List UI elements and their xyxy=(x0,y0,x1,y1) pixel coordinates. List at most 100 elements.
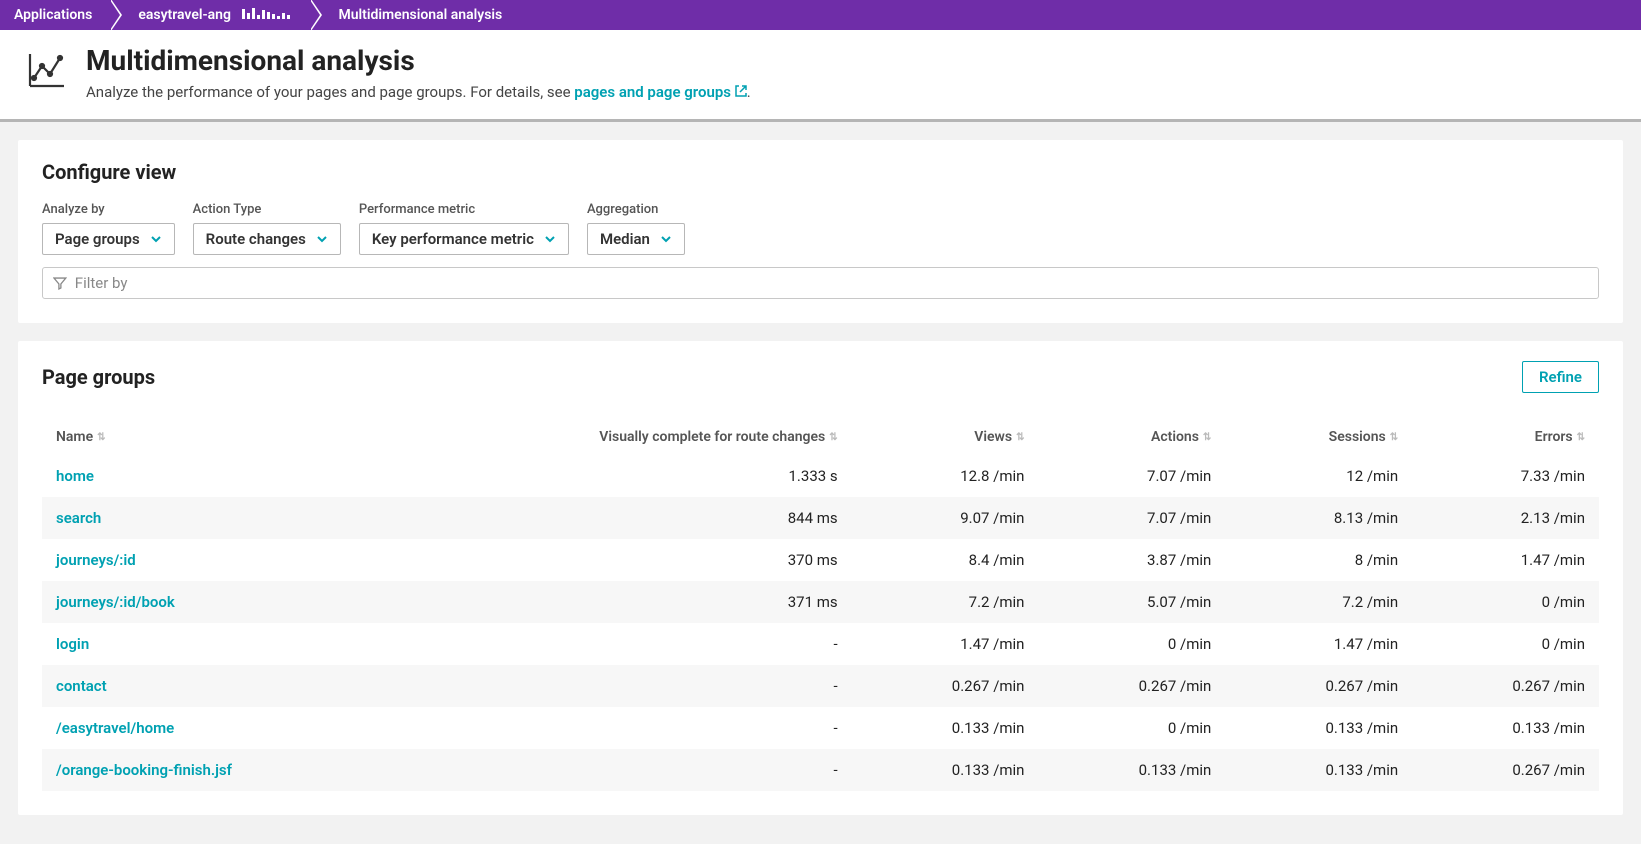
sort-icon: ⇅ xyxy=(829,432,837,443)
cell-vc: 1.333 s xyxy=(571,455,851,497)
cell-views: 7.2 /min xyxy=(852,581,1039,623)
cell-vc: 370 ms xyxy=(571,539,851,581)
cell-vc: - xyxy=(571,707,851,749)
subtitle-pre: Analyze the performance of your pages an… xyxy=(86,83,574,101)
perf-metric-dropdown[interactable]: Key performance metric xyxy=(359,223,569,255)
cell-actions: 0 /min xyxy=(1038,707,1225,749)
page-group-link[interactable]: journeys/:id/book xyxy=(56,593,175,611)
controls-row: Analyze by Page groups Action Type Route… xyxy=(42,202,1599,255)
cell-errors: 1.47 /min xyxy=(1412,539,1599,581)
docs-link[interactable]: pages and page groups xyxy=(574,83,746,101)
cell-name: /orange-booking-finish.jsf xyxy=(42,749,571,791)
analyze-by-group: Analyze by Page groups xyxy=(42,202,175,255)
analyze-by-label: Analyze by xyxy=(42,202,175,217)
page-group-link[interactable]: login xyxy=(56,635,89,653)
page-group-link[interactable]: /easytravel/home xyxy=(56,719,174,737)
col-vc[interactable]: Visually complete for route changes ⇅ xyxy=(571,419,851,455)
table-row: /orange-booking-finish.jsf-0.133 /min0.1… xyxy=(42,749,1599,791)
breadcrumb-root-label: Applications xyxy=(14,7,92,23)
results-table: Name⇅ Visually complete for route change… xyxy=(42,419,1599,791)
aggregation-dropdown[interactable]: Median xyxy=(587,223,685,255)
chevron-down-icon xyxy=(150,233,162,245)
filter-bar[interactable] xyxy=(42,267,1599,299)
perf-metric-group: Performance metric Key performance metri… xyxy=(359,202,569,255)
page-subtitle: Analyze the performance of your pages an… xyxy=(86,83,751,101)
col-sessions-label: Sessions xyxy=(1329,429,1386,445)
sort-icon: ⇅ xyxy=(1203,432,1211,443)
col-actions-label: Actions xyxy=(1151,429,1199,445)
aggregation-value: Median xyxy=(600,230,650,248)
cell-errors: 0 /min xyxy=(1412,623,1599,665)
cell-name: contact xyxy=(42,665,571,707)
col-errors-label: Errors xyxy=(1535,429,1573,445)
cell-actions: 0.133 /min xyxy=(1038,749,1225,791)
breadcrumb-current: Multidimensional analysis xyxy=(310,0,520,30)
filter-input[interactable] xyxy=(75,274,1588,292)
table-header-row: Name⇅ Visually complete for route change… xyxy=(42,419,1599,455)
cell-actions: 0.267 /min xyxy=(1038,665,1225,707)
cell-vc: - xyxy=(571,623,851,665)
col-actions[interactable]: Actions ⇅ xyxy=(1038,419,1225,455)
col-vc-label: Visually complete for route changes xyxy=(599,429,825,445)
col-errors[interactable]: Errors ⇅ xyxy=(1412,419,1599,455)
cell-views: 1.47 /min xyxy=(852,623,1039,665)
cell-sessions: 7.2 /min xyxy=(1225,581,1412,623)
col-sessions[interactable]: Sessions ⇅ xyxy=(1225,419,1412,455)
cell-name: search xyxy=(42,497,571,539)
cell-sessions: 0.267 /min xyxy=(1225,665,1412,707)
action-type-label: Action Type xyxy=(193,202,341,217)
analysis-chart-icon xyxy=(24,48,68,96)
cell-errors: 0.267 /min xyxy=(1412,665,1599,707)
sort-icon: ⇅ xyxy=(1577,432,1585,443)
page-group-link[interactable]: home xyxy=(56,467,94,485)
col-views[interactable]: Views ⇅ xyxy=(852,419,1039,455)
col-name-label: Name xyxy=(56,429,93,445)
cell-sessions: 8 /min xyxy=(1225,539,1412,581)
cell-name: login xyxy=(42,623,571,665)
breadcrumb-app[interactable]: easytravel-ang xyxy=(110,0,310,30)
col-views-label: Views xyxy=(974,429,1012,445)
configure-view-card: Configure view Analyze by Page groups Ac… xyxy=(18,140,1623,323)
refine-button[interactable]: Refine xyxy=(1522,361,1599,393)
page-group-link[interactable]: /orange-booking-finish.jsf xyxy=(56,761,232,779)
action-type-value: Route changes xyxy=(206,230,306,248)
table-row: journeys/:id370 ms8.4 /min3.87 /min8 /mi… xyxy=(42,539,1599,581)
cell-views: 0.133 /min xyxy=(852,749,1039,791)
sparkline-icon xyxy=(242,7,292,19)
table-row: contact-0.267 /min0.267 /min0.267 /min0.… xyxy=(42,665,1599,707)
cell-errors: 0.133 /min xyxy=(1412,707,1599,749)
external-link-icon xyxy=(735,85,747,97)
cell-sessions: 0.133 /min xyxy=(1225,707,1412,749)
page-group-link[interactable]: journeys/:id xyxy=(56,551,136,569)
cell-sessions: 12 /min xyxy=(1225,455,1412,497)
cell-vc: - xyxy=(571,665,851,707)
col-name[interactable]: Name⇅ xyxy=(42,419,571,455)
cell-actions: 0 /min xyxy=(1038,623,1225,665)
docs-link-text: pages and page groups xyxy=(574,83,731,101)
cell-actions: 5.07 /min xyxy=(1038,581,1225,623)
configure-title: Configure view xyxy=(42,160,1599,184)
perf-metric-label: Performance metric xyxy=(359,202,569,217)
cell-sessions: 1.47 /min xyxy=(1225,623,1412,665)
breadcrumb-app-label: easytravel-ang xyxy=(138,7,231,23)
cell-vc: 371 ms xyxy=(571,581,851,623)
cell-views: 9.07 /min xyxy=(852,497,1039,539)
table-row: login-1.47 /min0 /min1.47 /min0 /min xyxy=(42,623,1599,665)
cell-vc: 844 ms xyxy=(571,497,851,539)
cell-views: 12.8 /min xyxy=(852,455,1039,497)
page-group-link[interactable]: search xyxy=(56,509,101,527)
breadcrumb-applications[interactable]: Applications xyxy=(0,0,110,30)
page-group-link[interactable]: contact xyxy=(56,677,107,695)
action-type-group: Action Type Route changes xyxy=(193,202,341,255)
results-header: Page groups Refine xyxy=(42,361,1599,393)
analyze-by-dropdown[interactable]: Page groups xyxy=(42,223,175,255)
sort-icon: ⇅ xyxy=(1016,432,1024,443)
cell-name: home xyxy=(42,455,571,497)
action-type-dropdown[interactable]: Route changes xyxy=(193,223,341,255)
cell-errors: 2.13 /min xyxy=(1412,497,1599,539)
cell-errors: 7.33 /min xyxy=(1412,455,1599,497)
cell-sessions: 0.133 /min xyxy=(1225,749,1412,791)
cell-name: journeys/:id xyxy=(42,539,571,581)
cell-actions: 3.87 /min xyxy=(1038,539,1225,581)
sort-icon: ⇅ xyxy=(1390,432,1398,443)
